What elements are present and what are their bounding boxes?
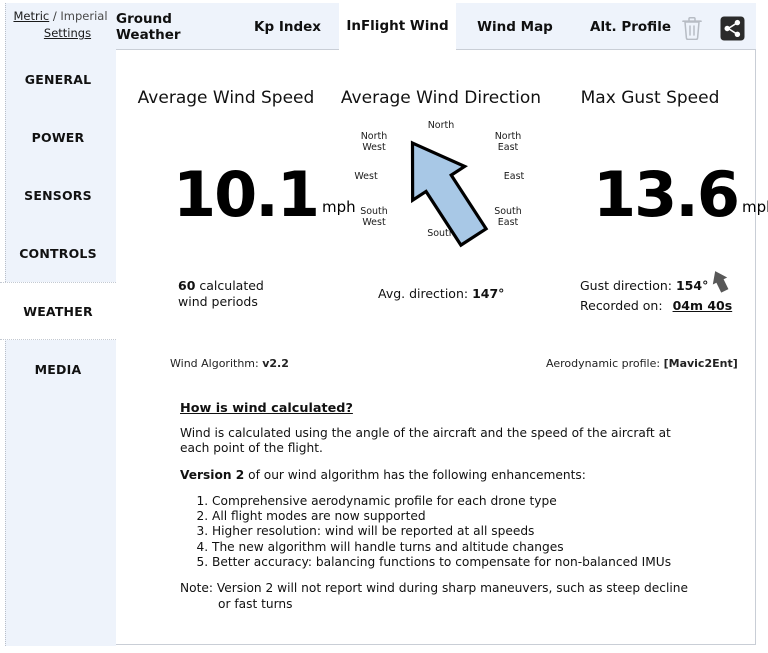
sidebar-item-power[interactable]: POWER [0,108,116,166]
tab-bar: Ground Weather Kp Index InFlight Wind Wi… [116,3,756,50]
compass-rose: North North East East South East South S… [331,110,551,250]
sidebar-item-media[interactable]: MEDIA [0,340,116,398]
recorded-on-stat: Recorded on: 04m 40s [580,298,768,314]
sidebar-item-sensors[interactable]: SENSORS [0,166,116,224]
gust-direction-stat: Gust direction: 154° [580,278,768,294]
imperial-link[interactable]: Imperial [60,9,107,23]
sidebar-item-label: SENSORS [24,187,92,203]
wind-explainer-version-bold: Version 2 [180,467,245,482]
gust-direction-value: 154° [675,278,709,293]
wind-explainer: How is wind calculated? Wind is calculat… [180,401,700,623]
avg-direction-value: 147° [472,286,505,301]
avg-direction-stat: Avg. direction: 147° [378,286,578,302]
list-item: The new algorithm will handle turns and … [212,540,700,555]
recorded-on-label: Recorded on: [580,298,663,313]
unit-separator: / [52,9,57,23]
list-item: Better accuracy: balancing functions to … [212,555,700,570]
wind-periods-label-1: calculated [199,278,264,293]
unit-system-toggle[interactable]: Metric / Imperial Settings [5,8,116,42]
wind-explainer-note-text: Note: Version 2 will not report wind dur… [180,581,688,611]
aerodynamic-profile-meta: Aerodynamic profile: [Mavic2Ent] [546,357,738,370]
max-gust-speed-unit: mph [742,198,768,216]
avg-wind-direction-title: Average Wind Direction [340,88,542,108]
wind-algorithm-meta: Wind Algorithm: v2.2 [170,357,289,370]
list-item: Higher resolution: wind will be reported… [212,524,700,539]
tab-label: InFlight Wind [346,18,449,34]
avg-wind-speed-value: 10.1 [173,158,320,231]
wind-explainer-heading: How is wind calculated? [180,401,353,416]
wind-direction-arrow [410,140,489,248]
tab-ground-weather[interactable]: Ground Weather [116,3,236,50]
max-gust-speed-title: Max Gust Speed [580,88,720,108]
wind-algorithm-value: v2.2 [262,357,289,370]
share-icon[interactable] [719,15,745,41]
sidebar-item-controls[interactable]: CONTROLS [0,224,116,282]
avg-direction-label: Avg. direction: [378,286,469,301]
sidebar-item-general[interactable]: GENERAL [0,50,116,108]
tab-label: Wind Map [477,18,553,35]
sidebar-item-label: POWER [31,129,85,145]
app-window: Metric / Imperial Settings GENERAL POWER… [0,0,768,653]
tab-label: Alt. Profile [590,18,671,35]
wind-periods-value: 60 [178,278,196,293]
recorded-on-value[interactable]: 04m 40s [673,298,733,313]
max-gust-speed-value: 13.6 [593,158,740,231]
sidebar-item-weather[interactable]: WEATHER [0,282,116,340]
sidebar-item-label: GENERAL [24,71,92,87]
tab-kp-index[interactable]: Kp Index [236,3,339,50]
metric-link[interactable]: Metric [13,9,49,23]
sidebar-item-label: CONTROLS [19,245,97,261]
wind-periods-label-2: wind periods [178,294,258,309]
gust-direction-arrow-icon [712,271,729,293]
avg-wind-speed-title: Average Wind Speed [137,88,315,108]
settings-link[interactable]: Settings [44,26,91,40]
tab-inflight-wind[interactable]: InFlight Wind [339,3,456,50]
gust-direction-label: Gust direction: [580,278,672,293]
list-item: Comprehensive aerodynamic profile for ea… [212,494,700,509]
tab-label: Ground Weather [116,10,181,43]
tab-alt-profile[interactable]: Alt. Profile [574,3,687,50]
wind-explainer-note: Note: Version 2 will not report wind dur… [180,581,700,612]
trash-icon[interactable] [679,15,705,41]
sidebar-item-label: WEATHER [23,303,93,319]
aerodynamic-profile-label: Aerodynamic profile: [546,357,661,370]
wind-periods-stat: 60 calculated wind periods [178,278,378,310]
wind-explainer-enhancements: Comprehensive aerodynamic profile for ea… [180,494,700,570]
tab-label: Kp Index [254,18,321,35]
wind-explainer-version-rest: of our wind algorithm has the following … [244,467,586,482]
sidebar-item-label: MEDIA [34,361,82,377]
aerodynamic-profile-value: [Mavic2Ent] [663,357,738,370]
tab-wind-map[interactable]: Wind Map [456,3,574,50]
wind-explainer-version-line: Version 2 of our wind algorithm has the … [180,468,700,484]
list-item: All flight modes are now supported [212,509,700,524]
wind-explainer-paragraph: Wind is calculated using the angle of th… [180,425,671,456]
wind-algorithm-label: Wind Algorithm: [170,357,259,370]
